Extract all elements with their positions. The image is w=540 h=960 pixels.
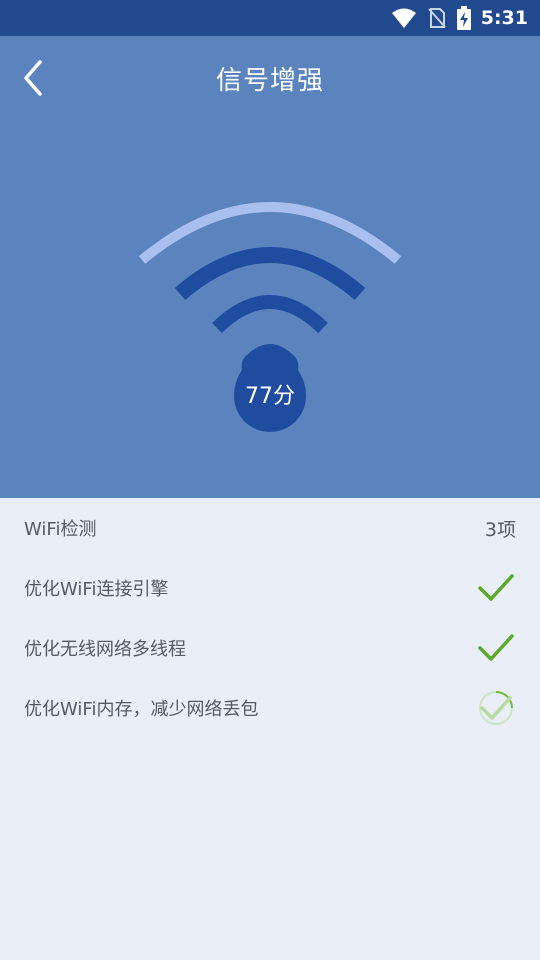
list-item-label: 优化WiFi连接引擎 — [24, 579, 169, 600]
wifi-signal-graphic — [138, 202, 402, 432]
status-bar: 5:31 — [0, 0, 540, 36]
wifi-wave-inner — [212, 295, 328, 334]
list-item: 优化WiFi连接引擎 — [0, 558, 540, 618]
list-item: 优化WiFi内存，减少网络丢包 — [0, 678, 540, 738]
status-time: 5:31 — [480, 7, 528, 29]
signal-boost-header: 信号增强 77分 — [0, 36, 540, 498]
list-item-label: 优化WiFi内存，减少网络丢包 — [24, 699, 259, 720]
optimization-list: WiFi检测 3项 优化WiFi连接引擎 优化无线网络多线程 优化WiFi内存，… — [0, 498, 540, 738]
page-title: 信号增强 — [215, 66, 324, 96]
list-item-label: 优化无线网络多线程 — [24, 639, 186, 660]
list-item: 优化无线网络多线程 — [0, 618, 540, 678]
battery-charging-icon — [456, 6, 471, 30]
list-header-label: WiFi检测 — [24, 519, 97, 540]
signal-score: 77分 — [245, 384, 295, 409]
no-sim-icon — [427, 8, 446, 28]
loading-check-icon — [479, 691, 513, 725]
wifi-wave-middle — [174, 247, 366, 301]
wifi-icon — [391, 8, 416, 28]
list-header-row: WiFi检测 3项 — [0, 498, 540, 558]
check-icon — [478, 574, 514, 601]
list-header-count: 3项 — [484, 518, 516, 541]
check-icon — [478, 634, 514, 661]
